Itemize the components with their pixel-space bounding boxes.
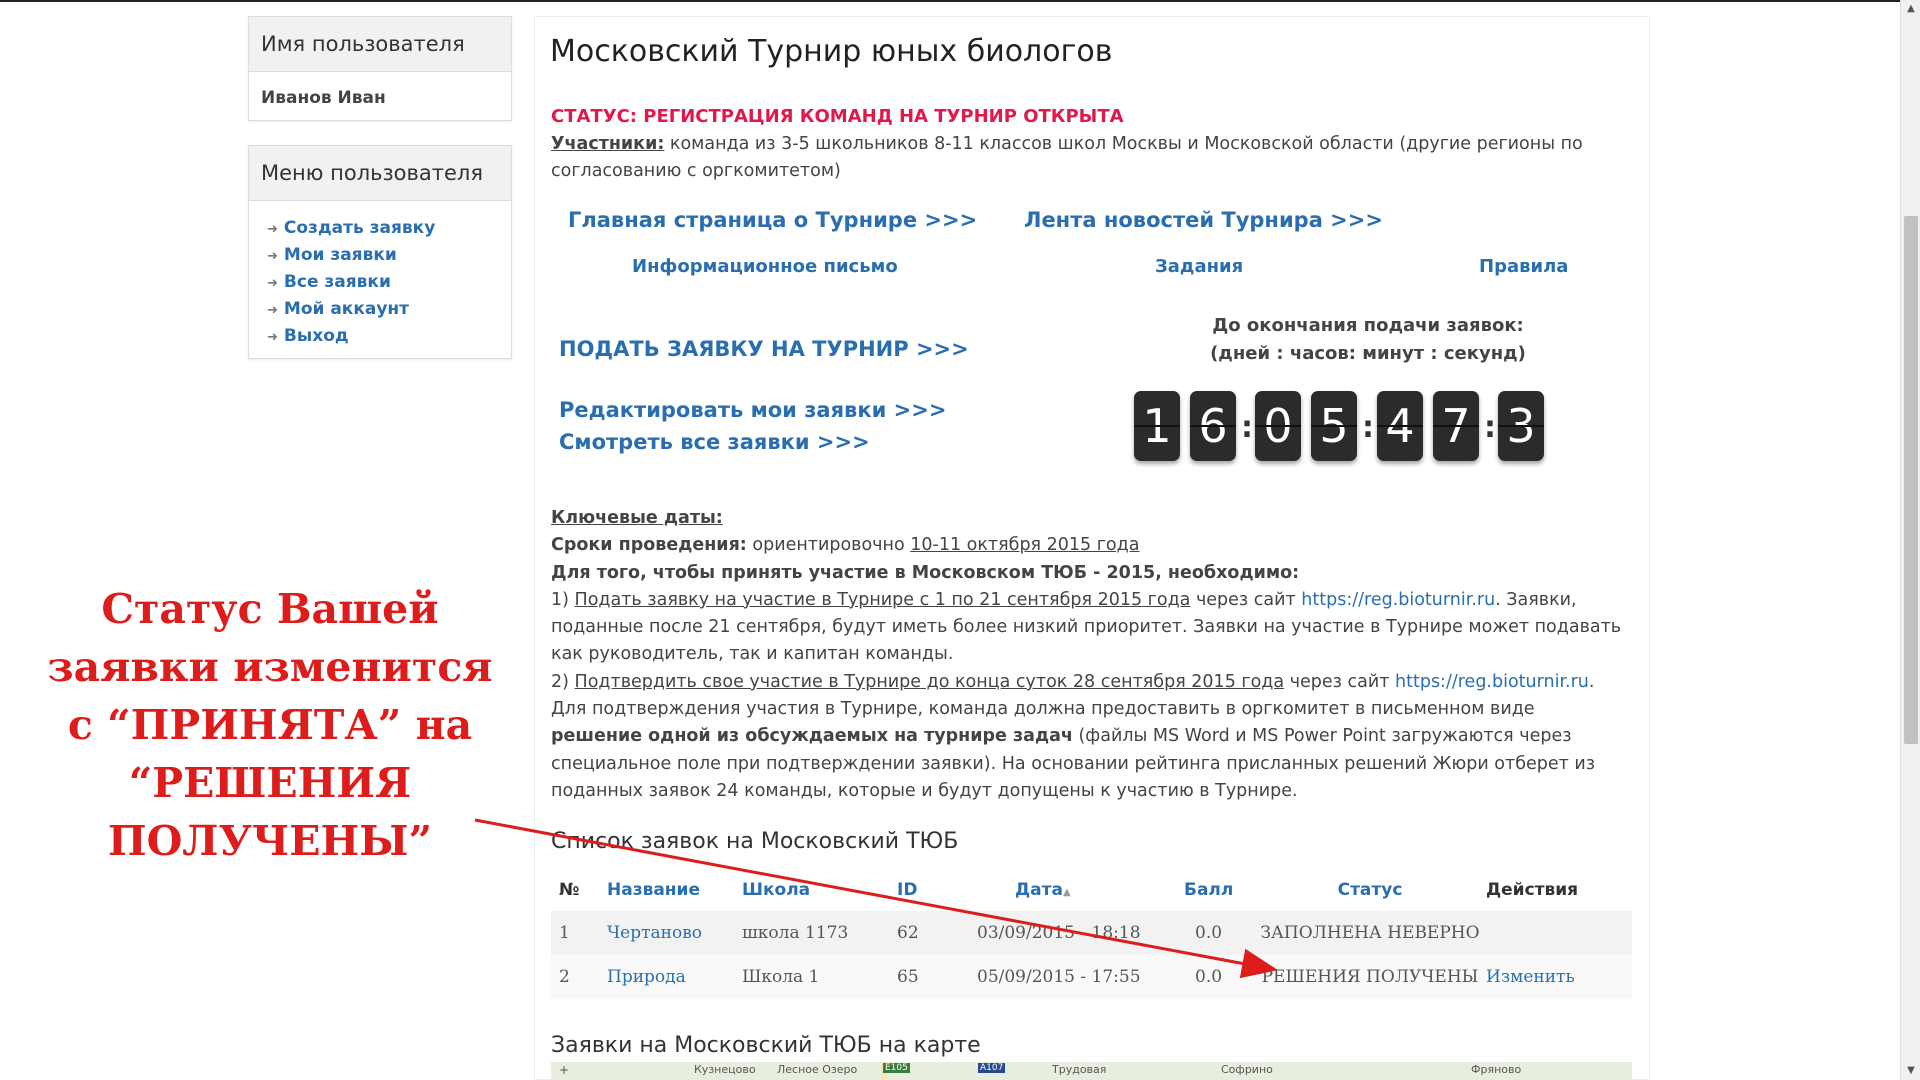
scrollbar-thumb[interactable] — [1904, 216, 1918, 744]
page-scrollbar[interactable]: ▲ ▼ — [1900, 0, 1920, 1080]
annotation-arrow-line — [474, 818, 1278, 979]
annotation-arrow — [474, 818, 1278, 979]
scroll-up-icon[interactable]: ▲ — [1901, 0, 1920, 18]
scroll-down-icon[interactable]: ▼ — [1901, 1062, 1920, 1080]
